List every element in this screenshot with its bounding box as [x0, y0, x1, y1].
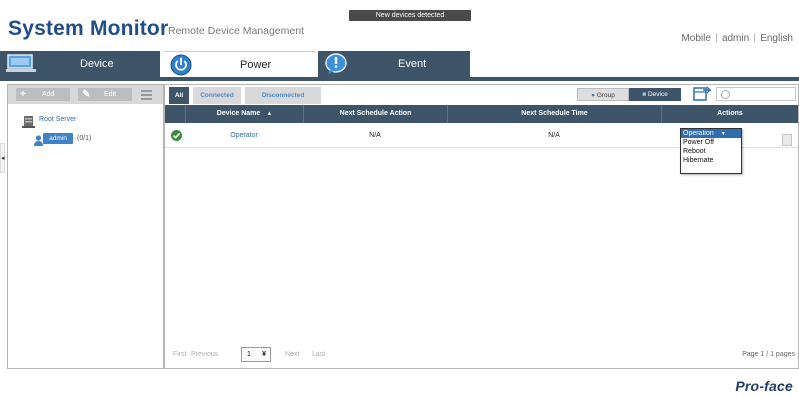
divider: [754, 33, 756, 42]
header-status: [165, 105, 185, 123]
server-icon: [22, 115, 36, 132]
next-action-cell: N/A: [369, 132, 381, 139]
header-next-action[interactable]: Next Schedule Action: [303, 105, 447, 123]
page: System Monitor Remote Device Management …: [0, 0, 799, 397]
pager-last[interactable]: Last: [312, 351, 325, 358]
header-actions: Actions: [661, 105, 798, 123]
alert-icon: [324, 53, 348, 80]
header-device-name[interactable]: Device Name ▲: [185, 105, 303, 123]
group-view-button[interactable]: ● Group: [577, 88, 629, 101]
dropdown-option-hibernate[interactable]: Hibernate: [681, 156, 741, 165]
chevron-down-icon: ▾: [721, 131, 725, 137]
brand-logo: Pro-face: [735, 378, 793, 394]
device-name-link[interactable]: Operator: [185, 123, 303, 148]
sidebar-collapse-handle[interactable]: ◂: [0, 143, 5, 173]
app-subtitle: Remote Device Management: [168, 25, 304, 37]
tab-disconnected[interactable]: Disconnected: [245, 87, 321, 104]
search-icon: [721, 90, 730, 99]
search-input[interactable]: [716, 87, 796, 101]
view-toggle: ● Group ■ Device: [577, 88, 685, 101]
sidebar-toolbar: + Add ✎ Edit: [8, 85, 163, 104]
top-links: Mobile admin English: [681, 33, 793, 44]
sort-up-icon: ▲: [266, 111, 273, 117]
main-panel: All Connected Disconnected ● Group ■ Dev…: [164, 84, 799, 369]
root-server-label: Root Server: [39, 116, 77, 123]
chevron-down-icon: ¥: [262, 351, 266, 358]
status-cell: [165, 123, 185, 148]
device-view-button[interactable]: ■ Device: [629, 88, 681, 101]
tab-event[interactable]: Event: [318, 51, 470, 77]
pager: First Previous 1 ¥ Next Last Page 1 / 1 …: [165, 344, 798, 368]
tab-connected[interactable]: Connected: [193, 87, 241, 104]
group-icon: ●: [591, 92, 596, 99]
device-icon: ■: [642, 91, 647, 98]
tab-device[interactable]: Device: [0, 51, 160, 77]
monitor-icon: [6, 53, 36, 78]
user-badge: admin: [43, 133, 73, 144]
tree-root-server[interactable]: Root Server: [22, 115, 76, 128]
pager-previous[interactable]: Previous: [191, 351, 218, 358]
user-device-count: (0/1): [77, 135, 92, 142]
page-info: Page 1 / 1 pages: [742, 351, 795, 358]
group-view-label: Group: [596, 92, 615, 99]
device-view-label: Device: [647, 91, 668, 98]
actions-dropdown[interactable]: Operation ▾ Power Off Reboot Hibernate: [680, 128, 742, 174]
mobile-link[interactable]: Mobile: [681, 33, 710, 44]
pager-next[interactable]: Next: [285, 351, 299, 358]
plus-icon: +: [20, 89, 26, 100]
divider: [715, 33, 717, 42]
next-time-cell: N/A: [548, 132, 560, 139]
sidebar: + Add ✎ Edit Root Server admin (0/1): [7, 84, 164, 369]
tab-device-label: Device: [80, 58, 114, 70]
tab-all[interactable]: All: [169, 87, 189, 104]
page-select-value: 1: [247, 351, 251, 358]
header-next-time[interactable]: Next Schedule Time: [447, 105, 661, 123]
user-icon: [34, 133, 43, 150]
row-detail-icon[interactable]: [782, 134, 792, 146]
add-button-label: Add: [42, 91, 55, 98]
tree-user-admin[interactable]: admin (0/1): [34, 133, 91, 146]
edit-button[interactable]: ✎ Edit: [78, 88, 132, 101]
pencil-icon: ✎: [82, 89, 91, 100]
dropdown-option-power-off[interactable]: Power Off: [681, 138, 741, 147]
new-devices-notification[interactable]: New devices detected: [349, 10, 471, 21]
header-device-name-label: Device Name: [216, 110, 261, 117]
page-select[interactable]: 1 ¥: [241, 347, 271, 362]
chevron-left-icon: ◂: [1, 155, 5, 162]
user-link[interactable]: admin: [722, 33, 749, 44]
dropdown-selected-label: Operation: [683, 130, 714, 137]
list-view-icon[interactable]: [140, 88, 153, 101]
pager-first[interactable]: First: [173, 351, 187, 358]
add-button[interactable]: + Add: [16, 88, 70, 101]
table-header: Device Name ▲ Next Schedule Action Next S…: [165, 105, 798, 123]
nav-band: [0, 77, 799, 81]
tab-event-label: Event: [398, 58, 427, 70]
dropdown-option-selected[interactable]: Operation ▾: [681, 129, 741, 138]
tab-power-label: Power: [240, 59, 272, 71]
main-nav: Device Power Event: [0, 51, 470, 77]
dropdown-option-reboot[interactable]: Reboot: [681, 147, 741, 156]
language-link[interactable]: English: [760, 33, 793, 44]
app-title: System Monitor: [8, 17, 169, 40]
schedule-icon[interactable]: [693, 86, 712, 102]
check-icon: [171, 130, 182, 141]
tab-power[interactable]: Power: [164, 51, 316, 77]
edit-button-label: Edit: [104, 91, 117, 98]
